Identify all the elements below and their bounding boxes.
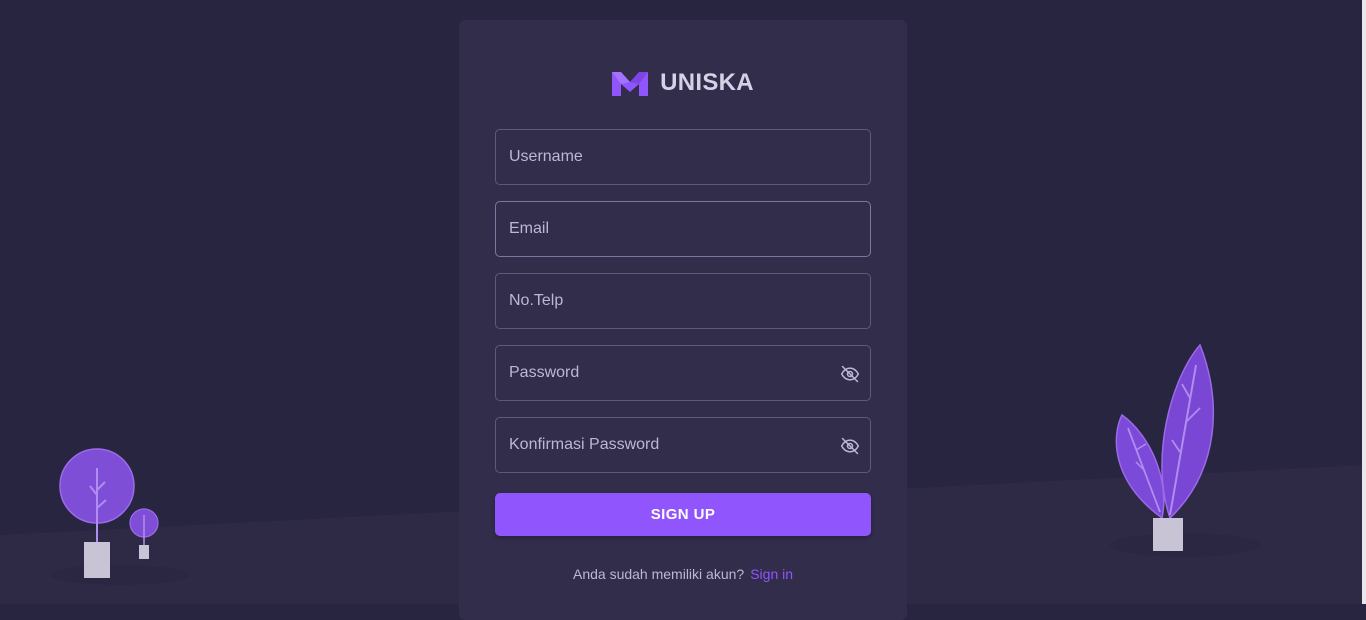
eye-off-icon[interactable]: [840, 436, 860, 456]
eye-off-icon[interactable]: [840, 364, 860, 384]
phone-field: [495, 273, 871, 329]
email-input[interactable]: [496, 202, 870, 256]
phone-input[interactable]: [496, 274, 870, 328]
confirm-password-field: [495, 417, 871, 473]
signin-link[interactable]: Sign in: [750, 566, 793, 582]
password-input[interactable]: [496, 346, 870, 400]
signin-prompt: Anda sudah memiliki akun? Sign in: [459, 566, 907, 582]
right-plant-illustration: [1110, 343, 1260, 557]
signup-button[interactable]: SIGN UP: [495, 493, 871, 536]
signup-card: UNISKA SIGN UP Anda sudah memiliki akun?…: [459, 20, 907, 620]
username-input[interactable]: [496, 130, 870, 184]
m-logo-icon: [612, 72, 649, 96]
page-scrollbar[interactable]: [1362, 0, 1366, 604]
confirm-password-input[interactable]: [496, 418, 870, 472]
brand-logo: UNISKA: [459, 68, 907, 98]
app-name: UNISKA: [660, 69, 754, 96]
email-field: [495, 201, 871, 257]
username-field: [495, 129, 871, 185]
left-trees-illustration: [50, 448, 190, 585]
password-field: [495, 345, 871, 401]
signin-question: Anda sudah memiliki akun?: [572, 566, 745, 582]
